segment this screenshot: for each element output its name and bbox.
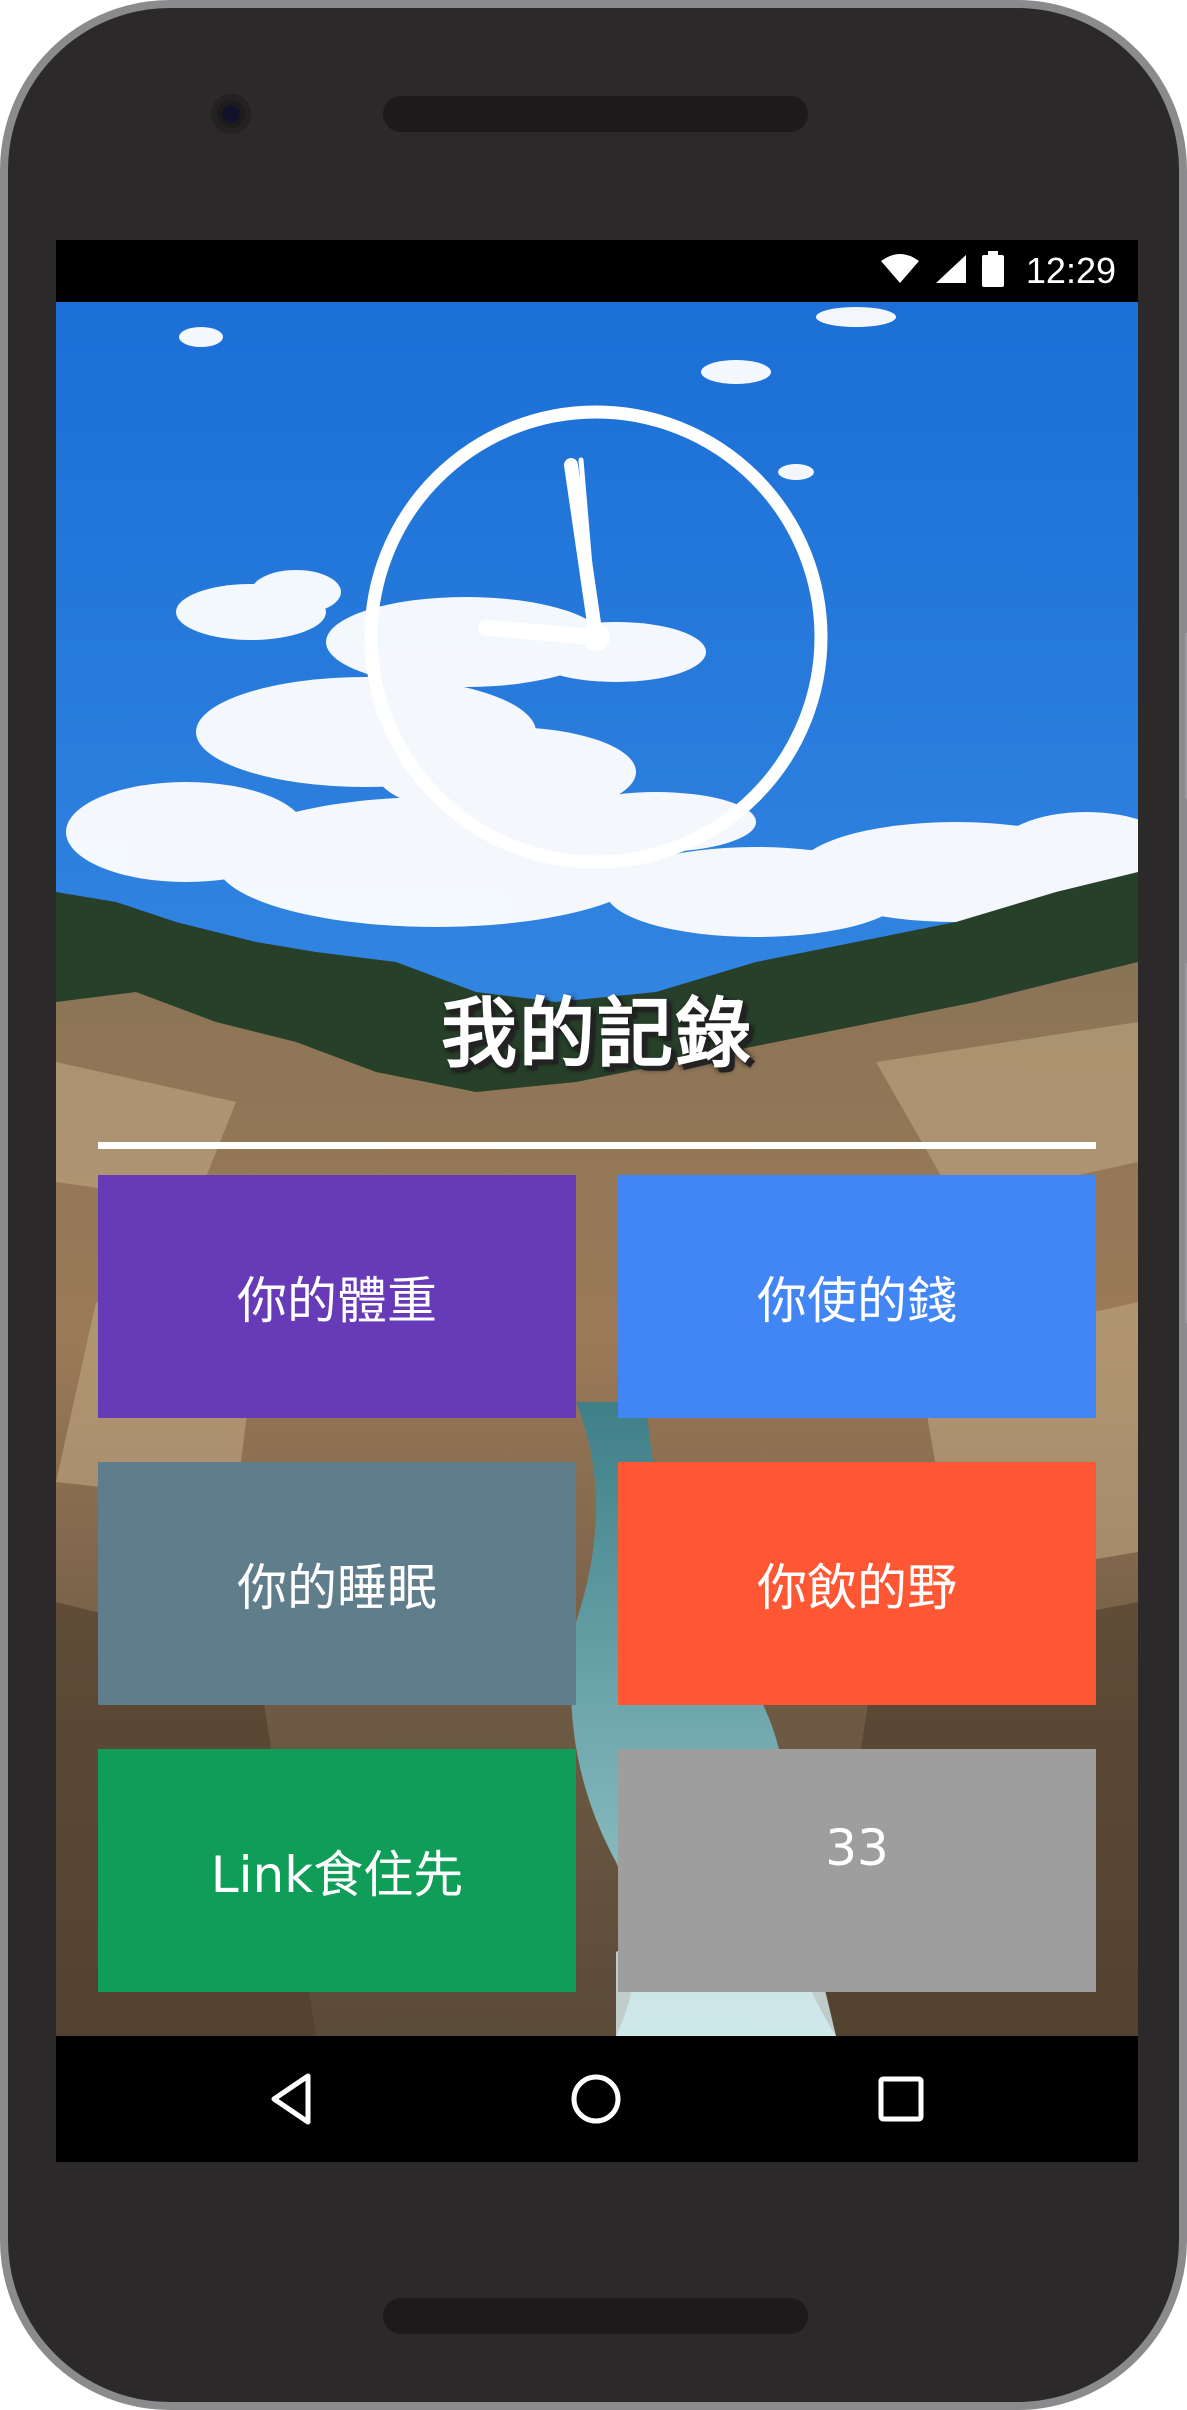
cell-signal-icon <box>934 253 968 289</box>
recents-icon <box>878 2076 924 2122</box>
home-icon <box>571 2074 621 2124</box>
hour-hand <box>478 620 604 645</box>
home-button[interactable] <box>561 2064 631 2134</box>
app-content: 我的記錄 你的體重 你使的錢 你的睡眠 你飲的野 Link食住先 33 <box>56 302 1138 2036</box>
drinks-tile[interactable]: 你飲的野 <box>618 1462 1096 1705</box>
phone-frame: 12:29 我的記錄 你的體重 你使的錢 你的睡眠 你飲的野 Link食住先 3… <box>0 0 1187 2410</box>
back-button[interactable] <box>256 2064 326 2134</box>
money-spent-tile[interactable]: 你使的錢 <box>618 1175 1096 1418</box>
recents-button[interactable] <box>866 2064 936 2134</box>
counter-tile[interactable]: 33 <box>618 1749 1096 1992</box>
weight-tile[interactable]: 你的體重 <box>98 1175 576 1418</box>
battery-icon <box>981 251 1004 291</box>
back-icon <box>271 2073 311 2125</box>
status-time: 12:29 <box>1025 250 1116 291</box>
wifi-icon <box>880 253 920 289</box>
screen: 12:29 我的記錄 你的體重 你使的錢 你的睡眠 你飲的野 Link食住先 3… <box>56 240 1138 2162</box>
earpiece-speaker <box>383 96 808 132</box>
front-camera <box>211 94 251 134</box>
analog-clock <box>364 405 828 869</box>
status-bar: 12:29 <box>56 240 1138 302</box>
bottom-speaker <box>383 2298 808 2334</box>
title-divider <box>98 1142 1096 1149</box>
link-tile[interactable]: Link食住先 <box>98 1749 576 1992</box>
page-title: 我的記錄 <box>441 989 753 1078</box>
navigation-bar <box>56 2036 1138 2162</box>
sleep-tile[interactable]: 你的睡眠 <box>98 1462 576 1705</box>
